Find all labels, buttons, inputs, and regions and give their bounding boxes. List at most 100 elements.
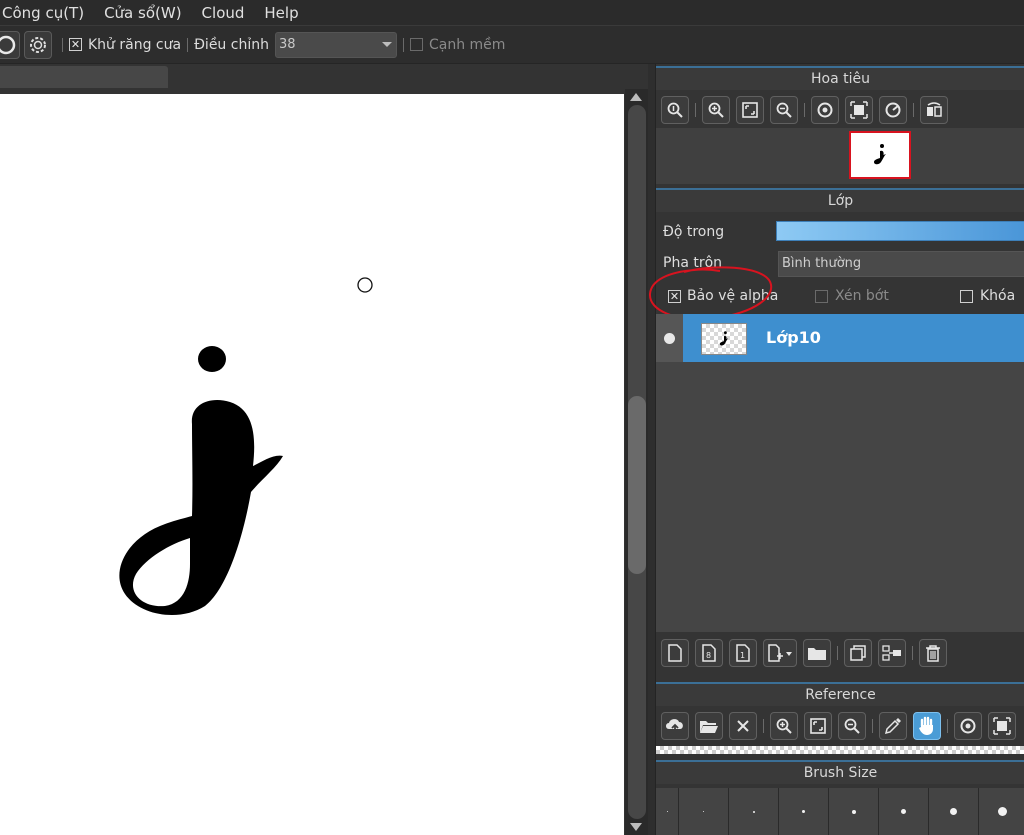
open-folder-button[interactable] xyxy=(695,712,723,740)
close-reference-button[interactable] xyxy=(729,712,757,740)
duplicate-icon xyxy=(850,645,866,661)
brush-size-item[interactable] xyxy=(979,788,1024,835)
menu-tools[interactable]: Công cụ(T) xyxy=(0,1,94,25)
zoom-out-button[interactable] xyxy=(770,96,798,124)
separator xyxy=(912,646,913,660)
menu-help[interactable]: Help xyxy=(254,1,308,25)
reference-fit-button[interactable] xyxy=(804,712,832,740)
circle-shape-icon xyxy=(0,35,16,54)
brush-shape-button[interactable] xyxy=(0,30,20,59)
add-layer-menu-icon xyxy=(768,644,792,662)
brush-settings-button[interactable] xyxy=(24,30,52,59)
reference-zoom-out-button[interactable] xyxy=(838,712,866,740)
brush-size-item[interactable] xyxy=(656,788,679,835)
separator xyxy=(913,103,914,117)
layer-list[interactable]: Lớp10 xyxy=(656,314,1024,632)
reference-rotate-button[interactable] xyxy=(954,712,982,740)
brush-size-item[interactable] xyxy=(829,788,879,835)
svg-text:8: 8 xyxy=(706,651,711,660)
opacity-slider[interactable] xyxy=(776,221,1024,241)
separator xyxy=(402,37,404,52)
new-folder-button[interactable] xyxy=(803,639,831,667)
merge-down-icon xyxy=(882,645,901,661)
glyph-stroke xyxy=(119,400,283,616)
new-8bit-layer-icon: 8 xyxy=(702,644,716,662)
reference-canvas[interactable] xyxy=(656,746,1024,754)
eyedropper-icon xyxy=(884,718,901,735)
rotate-right-button[interactable] xyxy=(879,96,907,124)
adjust-dropdown[interactable]: 38 xyxy=(274,31,397,58)
adjust-value: 38 xyxy=(278,37,296,52)
preview-glyph xyxy=(874,144,886,165)
rotate-icon xyxy=(960,718,976,734)
menu-window[interactable]: Cửa sổ(W) xyxy=(94,1,191,25)
zoom-in-icon xyxy=(708,102,724,118)
new-1bit-layer-button[interactable]: 1 xyxy=(729,639,757,667)
navigator-preview[interactable] xyxy=(656,128,1024,184)
rotate-left-icon xyxy=(817,102,833,118)
delete-layer-button[interactable] xyxy=(919,639,947,667)
layer-name: Lớp10 xyxy=(766,328,821,347)
new-layer-button[interactable] xyxy=(661,639,689,667)
menu-cloud[interactable]: Cloud xyxy=(192,1,255,25)
layer-row[interactable]: Lớp10 xyxy=(656,314,1024,362)
adjust-label: Điều chỉnh xyxy=(194,36,269,53)
zoom-in-icon xyxy=(776,718,792,734)
eyedropper-button[interactable] xyxy=(879,712,907,740)
blend-mode-dropdown[interactable]: Bình thường xyxy=(778,251,1024,277)
new-1bit-layer-icon: 1 xyxy=(736,644,750,662)
zoom-fit-icon xyxy=(667,102,683,118)
canvas-drawing xyxy=(119,277,373,616)
hand-tool-button[interactable] xyxy=(913,712,941,740)
chevron-down-icon xyxy=(381,42,392,47)
brush-size-item[interactable] xyxy=(929,788,979,835)
zoom-in-button[interactable] xyxy=(702,96,730,124)
merge-down-button[interactable] xyxy=(878,639,906,667)
brush-size-item[interactable] xyxy=(679,788,729,835)
separator xyxy=(837,646,838,660)
layer-thumb-glyph xyxy=(719,331,729,346)
separator xyxy=(872,719,873,733)
right-dock: Hoa tiêu Lớp Độ trong Pha trộn Bình thườ… xyxy=(648,64,1024,835)
actual-size-button[interactable] xyxy=(845,96,873,124)
brush-cursor xyxy=(357,277,373,293)
new-8bit-layer-button[interactable]: 8 xyxy=(695,639,723,667)
rotate-left-button[interactable] xyxy=(811,96,839,124)
brush-size-item[interactable] xyxy=(779,788,829,835)
reference-zoom-in-button[interactable] xyxy=(770,712,798,740)
flip-button[interactable] xyxy=(920,96,948,124)
upload-button[interactable] xyxy=(661,712,689,740)
lock-checkbox[interactable] xyxy=(960,290,973,303)
antialias-checkbox[interactable]: ✕ xyxy=(69,38,82,51)
brush-size-item[interactable] xyxy=(729,788,779,835)
separator xyxy=(947,719,948,733)
soft-edge-label: Cạnh mềm xyxy=(428,36,506,53)
canvas-vertical-scrollbar[interactable] xyxy=(625,89,648,835)
brush-size-item[interactable] xyxy=(879,788,929,835)
scroll-down-icon[interactable] xyxy=(630,823,642,831)
fit-screen-button[interactable] xyxy=(736,96,764,124)
separator xyxy=(62,37,63,52)
delete-icon xyxy=(926,645,940,662)
soft-edge-checkbox[interactable] xyxy=(409,38,423,51)
duplicate-layer-button[interactable] xyxy=(844,639,872,667)
upload-icon xyxy=(666,719,683,734)
clipping-label: Xén bớt xyxy=(835,288,889,304)
navigator-viewport-frame[interactable] xyxy=(849,131,911,179)
document-tab[interactable] xyxy=(0,66,168,88)
drawing-canvas[interactable] xyxy=(0,94,624,835)
visibility-toggle[interactable] xyxy=(656,314,683,362)
zoom-out-icon xyxy=(776,102,792,118)
add-layer-menu-button[interactable] xyxy=(763,639,797,667)
zoom-fit-button[interactable] xyxy=(661,96,689,124)
reference-actual-size-button[interactable] xyxy=(988,712,1016,740)
gear-icon xyxy=(30,36,46,53)
scroll-up-icon[interactable] xyxy=(630,93,642,101)
actual-size-icon xyxy=(993,717,1011,735)
brush-dot-icon xyxy=(752,810,755,813)
clipping-checkbox[interactable] xyxy=(815,290,828,303)
navigator-toolbar xyxy=(656,93,1024,127)
hand-icon xyxy=(919,716,933,735)
scrollbar-thumb[interactable] xyxy=(628,396,646,574)
navigator-panel-header: Hoa tiêu xyxy=(656,66,1024,90)
